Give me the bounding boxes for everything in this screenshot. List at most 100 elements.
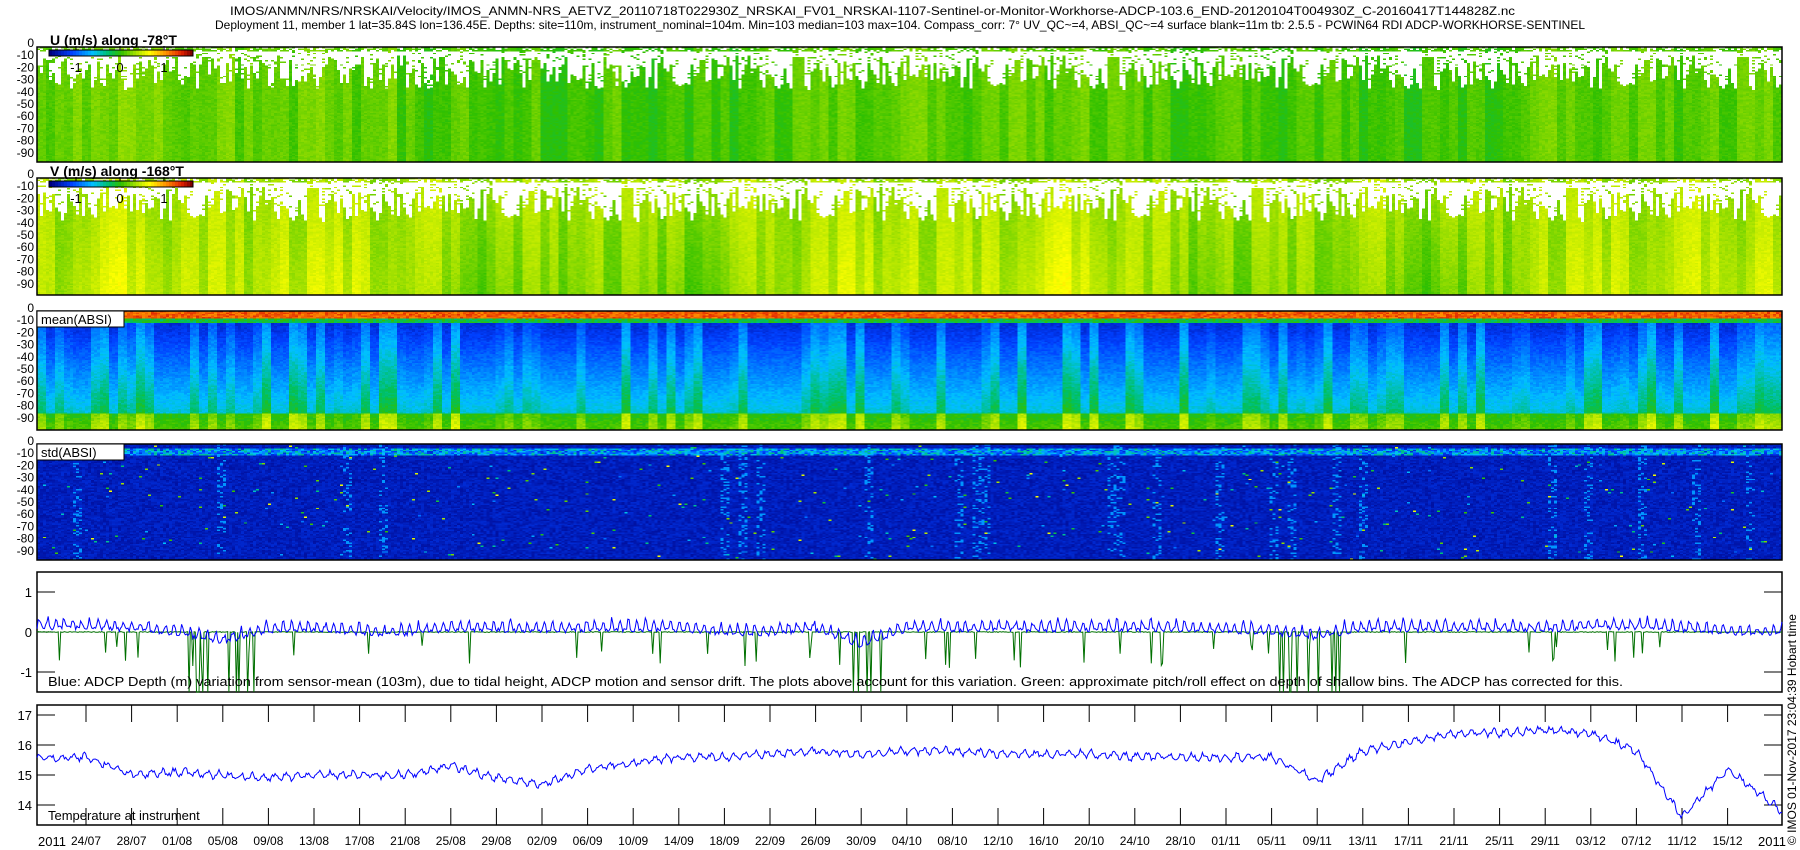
- colorbar-segment: [52, 50, 56, 56]
- mean-absi-title: mean(ABSI): [41, 312, 112, 327]
- colorbar-segment: [172, 181, 176, 187]
- colorbar-segment: [166, 50, 170, 56]
- colorbar-segment: [187, 181, 191, 187]
- colorbar-segment: [88, 181, 92, 187]
- depth-variation-line: [36, 615, 1783, 648]
- colorbar-segment: [133, 181, 137, 187]
- colorbar-segment: [85, 181, 89, 187]
- colorbar-segment: [106, 181, 110, 187]
- colorbar-segment: [151, 50, 155, 56]
- year-label-left: 2011: [38, 834, 66, 849]
- x-tick-label: 13/11: [1348, 834, 1377, 848]
- colorbar-segment: [121, 181, 125, 187]
- colorbar-segment: [91, 50, 95, 56]
- colorbar-segment: [175, 50, 179, 56]
- colorbar-segment: [70, 181, 74, 187]
- colorbar-segment: [58, 181, 62, 187]
- colorbar-segment: [184, 50, 188, 56]
- title-line-1: IMOS/ANMN/NRS/NRSKAI/Velocity/IMOS_ANMN-…: [230, 4, 1515, 18]
- x-tick-label: 21/08: [390, 834, 420, 848]
- colorbar-segment: [55, 50, 59, 56]
- colorbar-segment: [157, 50, 161, 56]
- x-tick-label: 25/11: [1485, 834, 1514, 848]
- x-tick-label: 29/11: [1531, 834, 1560, 848]
- colorbar-segment: [142, 181, 146, 187]
- mean-absi-label-box: mean(ABSI): [36, 310, 125, 328]
- colorbar-segment: [163, 181, 167, 187]
- colorbar-segment: [181, 181, 185, 187]
- colorbar-segment: [100, 50, 104, 56]
- heatmap-frame: [36, 443, 1783, 561]
- colorbar-segment: [70, 50, 74, 56]
- x-tick-label: 09/08: [253, 834, 283, 848]
- colorbar-segment: [79, 50, 83, 56]
- x-tick-label: 28/07: [117, 834, 147, 848]
- colorbar-segment: [112, 50, 116, 56]
- heatmap-frame: [36, 46, 1783, 163]
- colorbar-segment: [91, 181, 95, 187]
- colorbar-segment: [130, 181, 134, 187]
- colorbar-segment: [76, 50, 80, 56]
- y-tick-label: 14: [18, 798, 32, 813]
- colorbar-segment: [94, 181, 98, 187]
- colorbar-segment: [154, 50, 158, 56]
- x-tick-label: 26/09: [801, 834, 831, 848]
- x-tick-label: 08/10: [937, 834, 967, 848]
- y-tick-label: 16: [18, 738, 32, 753]
- x-tick-label: 20/10: [1074, 834, 1104, 848]
- colorbar-segment: [118, 181, 122, 187]
- y-tick-label: 15: [18, 768, 32, 783]
- x-tick-label: 01/11: [1211, 834, 1240, 848]
- x-tick-label: 24/07: [71, 834, 101, 848]
- colorbar-segment: [163, 50, 167, 56]
- x-tick-label: 04/10: [892, 834, 922, 848]
- heatmap-frame: [36, 310, 1783, 431]
- colorbar-segment: [127, 50, 131, 56]
- year-label-right: 2011: [1758, 834, 1786, 849]
- y-tick-label: -90: [17, 411, 35, 425]
- colorbar-segment: [52, 181, 56, 187]
- colorbar-segment: [169, 50, 173, 56]
- x-tick-label: 09/11: [1303, 834, 1332, 848]
- colorbar-segment: [67, 181, 71, 187]
- x-tick-label: 01/08: [162, 834, 192, 848]
- std-absi-label-box: std(ABSI): [36, 443, 125, 461]
- x-tick-label: 12/10: [983, 834, 1013, 848]
- colorbar-segment: [178, 50, 182, 56]
- colorbar-segment: [109, 181, 113, 187]
- u-panel-title: U (m/s) along -78°T: [50, 32, 177, 48]
- colorbar-segment: [103, 50, 107, 56]
- colorbar-segment: [121, 50, 125, 56]
- colorbar-segment: [118, 50, 122, 56]
- colorbar-segment: [160, 50, 164, 56]
- x-tick-label: 13/08: [299, 834, 329, 848]
- colorbar-tick-label: -1: [70, 191, 82, 206]
- colorbar-segment: [115, 50, 119, 56]
- colorbar-tick-label: 1: [160, 60, 167, 75]
- colorbar-segment: [187, 50, 191, 56]
- x-tick-label: 30/09: [846, 834, 876, 848]
- colorbar-segment: [136, 50, 140, 56]
- colorbar-segment: [148, 50, 152, 56]
- colorbar-segment: [136, 181, 140, 187]
- colorbar-segment: [127, 181, 131, 187]
- colorbar-segment: [148, 181, 152, 187]
- colorbar-segment: [79, 181, 83, 187]
- colorbar-tick-label: -1: [70, 60, 82, 75]
- colorbar-segment: [64, 50, 68, 56]
- colorbar-segment: [61, 50, 65, 56]
- y-tick-label: -90: [17, 146, 35, 160]
- colorbar-segment: [151, 181, 155, 187]
- colorbar-segment: [109, 50, 113, 56]
- x-tick-label: 29/08: [481, 834, 511, 848]
- figure: IMOS/ANMN/NRS/NRSKAI/Velocity/IMOS_ANMN-…: [17, 4, 1799, 849]
- colorbar-segment: [124, 181, 128, 187]
- title-line-2: Deployment 11, member 1 lat=35.84S lon=1…: [215, 18, 1585, 32]
- colorbar-segment: [82, 50, 86, 56]
- colorbar-segment: [94, 50, 98, 56]
- colorbar-segment: [184, 181, 188, 187]
- colorbar-segment: [145, 181, 149, 187]
- colorbar-segment: [154, 181, 158, 187]
- x-tick-label: 22/09: [755, 834, 785, 848]
- colorbar-segment: [76, 181, 80, 187]
